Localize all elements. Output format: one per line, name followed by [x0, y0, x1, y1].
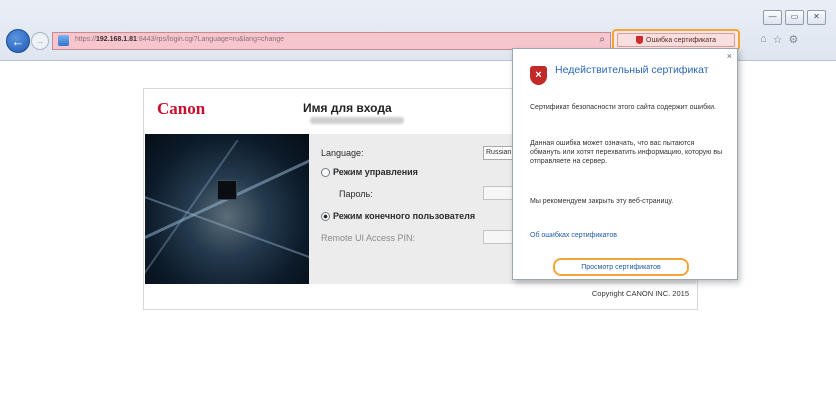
- certificate-error-popup: × × Недействительный сертификат Сертифик…: [512, 48, 738, 280]
- user-mode-label: Режим конечного пользователя: [333, 211, 476, 221]
- view-certificates-button[interactable]: Просмотр сертификатов: [553, 258, 689, 276]
- arrow-left-icon: ←: [11, 33, 25, 49]
- forward-button[interactable]: →: [31, 32, 49, 50]
- close-icon[interactable]: ×: [727, 51, 732, 61]
- settings-icon[interactable]: ⚙: [789, 33, 799, 46]
- popup-text-2: Данная ошибка может означать, что вас пы…: [530, 140, 723, 165]
- pin-label: Remote UI Access PIN:: [321, 233, 416, 243]
- maximize-button[interactable]: ▭: [785, 10, 804, 25]
- url-prefix: https://: [75, 36, 97, 43]
- popup-text-1: Сертификат безопасности этого сайта соде…: [530, 104, 716, 111]
- back-button[interactable]: ←: [6, 29, 30, 53]
- certificate-error-label: Ошибка сертификата: [646, 36, 716, 44]
- admin-mode-label: Режим управления: [333, 167, 418, 177]
- password-label: Пароль:: [339, 189, 373, 199]
- language-label: Language:: [321, 148, 364, 158]
- minimize-button[interactable]: —: [763, 10, 782, 25]
- admin-mode-radio[interactable]: [321, 167, 330, 177]
- device-name-blurred: [310, 117, 404, 124]
- browser-toolbar: ⌂ ☆ ⚙: [760, 33, 798, 46]
- url-host: 192.168.1.81: [96, 36, 137, 43]
- home-icon[interactable]: ⌂: [760, 33, 767, 46]
- hero-image: [145, 134, 309, 284]
- window-controls: — ▭ ✕: [763, 10, 826, 25]
- shield-icon: [636, 36, 644, 44]
- canon-logo: Canon: [157, 99, 206, 118]
- certificate-errors-link[interactable]: Об ошибках сертификатов: [530, 232, 617, 239]
- shield-error-icon: ×: [530, 66, 547, 85]
- close-window-button[interactable]: ✕: [807, 10, 826, 25]
- url-rest: :8443/rps/login.cgi?Language=ru&lang=cha…: [136, 36, 285, 43]
- user-mode-radio[interactable]: [321, 211, 330, 221]
- search-icon[interactable]: ⌕: [599, 34, 605, 45]
- url-text: https://192.168.1.81:8443/rps/login.cgi?…: [75, 36, 284, 43]
- copyright-text: Copyright CANON INC. 2015: [591, 289, 689, 298]
- page-icon: [58, 35, 69, 46]
- popup-title: Недействительный сертификат: [555, 64, 709, 76]
- arrow-right-icon: →: [35, 36, 45, 46]
- page-title: Имя для входа: [303, 101, 392, 115]
- popup-text-3: Мы рекомендуем закрыть эту веб-страницу.: [530, 198, 674, 205]
- favorites-icon[interactable]: ☆: [773, 33, 783, 46]
